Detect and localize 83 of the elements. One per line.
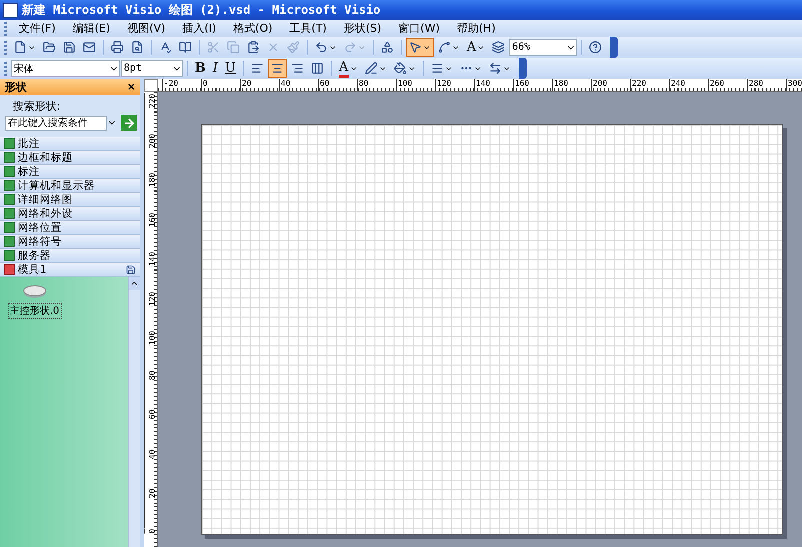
stencil-icon	[4, 166, 15, 177]
toolbar-icon	[83, 41, 96, 54]
disc-icon	[22, 285, 47, 299]
menu-item[interactable]: 编辑(E)	[64, 21, 118, 36]
vertical-ruler: 220 200 180 160 140 120 100 80 60 40 20 0	[144, 92, 158, 547]
toolbar-button[interactable]: A	[464, 38, 488, 57]
toolbar-icon	[111, 41, 124, 54]
window-title: 新建 Microsoft Visio 绘图 (2).vsd - Microsoft Visio	[22, 2, 381, 18]
toolbar-icon	[409, 41, 422, 54]
stencil-icon	[4, 180, 15, 191]
toolbar-icon	[492, 41, 506, 54]
stencil-icon	[4, 222, 15, 233]
stencil-item[interactable]: 网络符号	[0, 235, 140, 249]
menu-item[interactable]: 形状(S)	[336, 21, 390, 36]
stencil-icon	[4, 250, 15, 261]
toolbar-button[interactable]	[268, 59, 288, 78]
menu-item[interactable]: 格式(O)	[225, 21, 281, 36]
toolbar-button[interactable]: I	[210, 59, 222, 78]
toolbar-icon	[364, 62, 378, 75]
combo-field[interactable]: 66%	[509, 39, 578, 56]
menu-item[interactable]: 文件(F)	[11, 21, 64, 36]
menu-item[interactable]: 帮助(H)	[449, 21, 504, 36]
menu-item[interactable]: 视图(V)	[119, 21, 174, 36]
search-go-button[interactable]	[121, 115, 137, 131]
menu-item[interactable]: 工具(T)	[282, 21, 335, 36]
save-icon	[126, 264, 136, 274]
app-icon	[3, 2, 18, 18]
toolbar-button[interactable]: B	[192, 59, 209, 78]
menu-item[interactable]: 窗口(W)	[390, 21, 448, 36]
search-field[interactable]: 在此键入搜索条件	[5, 116, 107, 130]
stencil-icon	[4, 236, 15, 247]
toolbar-icon	[344, 41, 357, 54]
stencil-item[interactable]: 网络位置	[0, 221, 140, 235]
stencil-item[interactable]: 批注	[0, 137, 140, 151]
toolbar-icon	[589, 41, 602, 54]
stencil-item[interactable]: 计算机和显示器	[0, 179, 140, 193]
toolbar-icon	[131, 41, 144, 54]
stencil-item[interactable]: 详细网络图	[0, 193, 140, 207]
toolbar-icon	[311, 62, 324, 75]
stencil-icon	[4, 152, 15, 163]
stencil-icon	[4, 208, 15, 219]
toolbar-icon	[430, 62, 444, 75]
stencil-icon	[4, 138, 15, 149]
toolbar-icon	[227, 41, 240, 54]
toolbar-icon	[179, 41, 192, 54]
close-button[interactable]: ×	[128, 80, 135, 94]
toolbar-icon	[287, 41, 300, 54]
arrow-icon	[122, 116, 136, 130]
toolbar-options-handle[interactable]	[518, 58, 526, 79]
toolbar-button[interactable]: U	[222, 59, 240, 78]
toolbar-icon	[63, 41, 76, 54]
panel-title: 形状	[5, 80, 27, 94]
toolbar-icon	[381, 41, 394, 54]
stencil-icon	[4, 264, 15, 275]
toolbar-icon	[438, 41, 451, 54]
horizontal-ruler: -20 0 20 40 60 80 100 120 140 160 180 200 220 240 260 280 300	[158, 79, 802, 92]
combo-field[interactable]: 8pt	[121, 60, 183, 77]
ruler-corner	[144, 79, 158, 92]
toolbar-icon	[315, 41, 328, 54]
toolbar-icon	[207, 41, 220, 54]
stencil-icon	[4, 194, 15, 205]
stencil-item[interactable]: 服务器	[0, 249, 140, 263]
stencil-item[interactable]: 边框和标题	[0, 151, 140, 165]
toolbar-icon	[247, 41, 260, 54]
toolbar-icon	[271, 62, 284, 75]
toolbar-icon	[394, 62, 406, 75]
search-label: 搜索形状:	[12, 99, 62, 114]
menu-item[interactable]: 插入(I)	[174, 21, 224, 36]
stencil-item[interactable]: 模具1	[0, 263, 140, 277]
toolbar-icon	[14, 41, 27, 54]
combo-field[interactable]: 宋体	[11, 60, 120, 77]
toolbar-icon	[291, 62, 304, 75]
stencil-item[interactable]: 网络和外设	[0, 207, 140, 221]
toolbar-icon	[488, 62, 502, 75]
toolbar-options-handle[interactable]	[610, 37, 618, 58]
toolbar-icon	[159, 41, 172, 54]
toolbar-icon	[251, 62, 264, 75]
stencil-item[interactable]: 标注	[0, 165, 140, 179]
scroll-up-icon[interactable]	[130, 279, 139, 288]
toolbar-icon	[267, 41, 280, 54]
toolbar-icon	[43, 41, 56, 54]
scrollbar[interactable]	[128, 277, 140, 547]
toolbar-button[interactable]	[406, 38, 434, 57]
